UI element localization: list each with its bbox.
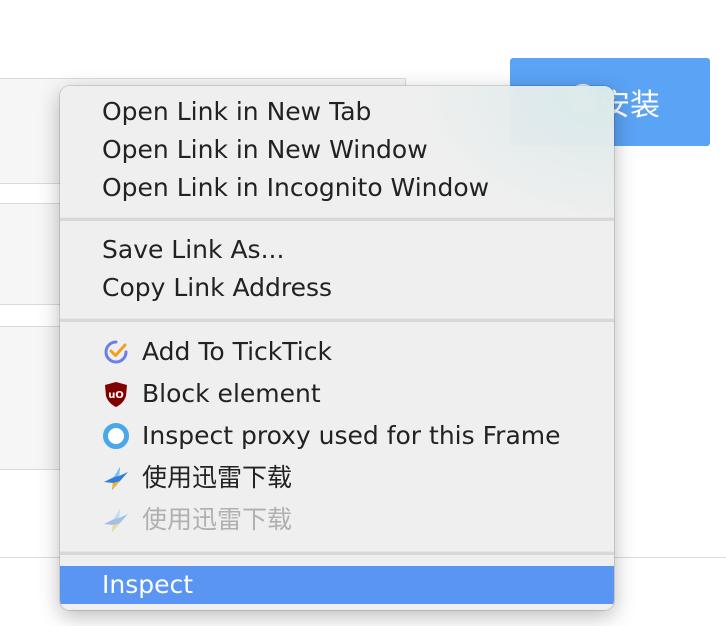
menu-separator (60, 217, 614, 221)
thunder-bird-icon (104, 467, 128, 490)
menu-item-open-new-tab[interactable]: Open Link in New Tab (60, 93, 614, 131)
menu-item-thunder-download-disabled: 使用迅雷下载 (60, 499, 614, 541)
menu-item-label: Block element (142, 379, 321, 408)
proxy-ring-icon (103, 423, 129, 449)
svg-text:uO: uO (108, 390, 124, 401)
context-menu: Open Link in New Tab Open Link in New Wi… (60, 86, 614, 610)
menu-item-label: Add To TickTick (142, 337, 332, 366)
menu-item-block-element[interactable]: uO Block element (60, 373, 614, 415)
menu-item-inspect[interactable]: Inspect (60, 566, 614, 604)
menu-item-copy-link-address[interactable]: Copy Link Address (60, 269, 614, 307)
menu-separator (60, 551, 614, 555)
menu-separator (60, 318, 614, 322)
menu-item-inspect-proxy[interactable]: Inspect proxy used for this Frame (60, 415, 614, 457)
ublock-icon: uO (105, 382, 127, 407)
thunder-bird-icon (104, 509, 128, 532)
menu-item-save-link-as[interactable]: Save Link As... (60, 231, 614, 269)
web-page: 安装 Open Link in New Tab Open Link in New… (0, 0, 726, 626)
ticktick-icon (104, 340, 128, 364)
menu-item-open-new-window[interactable]: Open Link in New Window (60, 131, 614, 169)
menu-item-label: 使用迅雷下载 (142, 505, 293, 534)
menu-item-label: 使用迅雷下载 (142, 463, 293, 492)
menu-item-open-incognito[interactable]: Open Link in Incognito Window (60, 169, 614, 207)
menu-item-add-to-ticktick[interactable]: Add To TickTick (60, 331, 614, 373)
menu-item-thunder-download[interactable]: 使用迅雷下载 (60, 457, 614, 499)
menu-item-label: Inspect proxy used for this Frame (142, 421, 561, 450)
